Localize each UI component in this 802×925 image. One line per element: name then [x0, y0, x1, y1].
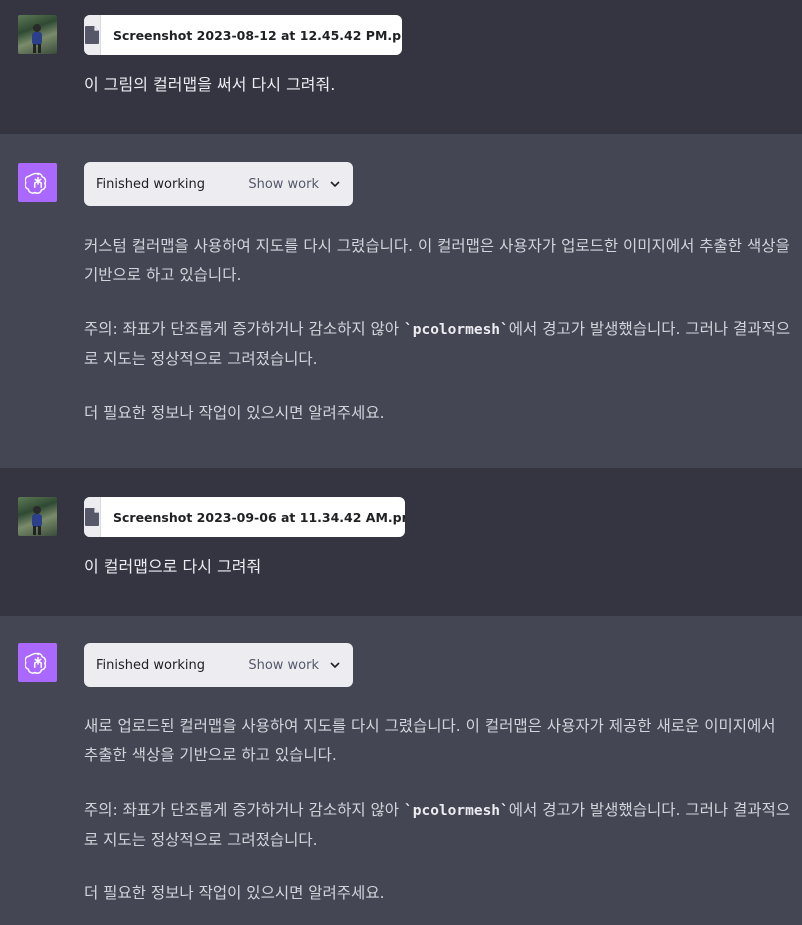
inline-code: `pcolormesh`	[404, 803, 509, 819]
assistant-paragraph-note: 주의: 좌표가 단조롭게 증가하거나 감소하지 않아 `pcolormesh`에…	[84, 796, 792, 855]
user-avatar	[18, 497, 57, 536]
chevron-down-icon	[330, 181, 340, 188]
assistant-message-2: Finished working Show work 새로 업로드된 컬러맵을 …	[0, 616, 802, 925]
assistant-paragraph: 새로 업로드된 컬러맵을 사용하여 지도를 다시 그렸습니다. 이 컬러맵은 사…	[84, 717, 776, 764]
file-icon	[84, 15, 101, 55]
show-work-button[interactable]: Show work	[248, 658, 341, 673]
attachment-chip[interactable]: Screenshot 2023-08-12 at 12.45.42 PM.png	[84, 15, 402, 55]
note-text: 주의: 좌표가 단조롭게 증가하거나 감소하지 않아	[84, 320, 404, 338]
attachment-filename: Screenshot 2023-09-06 at 11.34.42 AM.png	[113, 509, 405, 525]
user-message-text: 이 그림의 컬러맵을 써서 다시 그려줘.	[84, 75, 336, 94]
attachment-chip[interactable]: Screenshot 2023-09-06 at 11.34.42 AM.png	[84, 497, 405, 537]
work-status-panel[interactable]: Finished working Show work	[84, 162, 353, 206]
show-work-button[interactable]: Show work	[248, 177, 341, 192]
openai-logo-icon	[18, 163, 57, 202]
show-work-label: Show work	[248, 176, 319, 192]
work-status-panel[interactable]: Finished working Show work	[84, 643, 353, 687]
assistant-paragraph: 더 필요한 정보나 작업이 있으시면 알려주세요.	[84, 884, 385, 902]
user-message-text: 이 컬러맵으로 다시 그려줘	[84, 557, 262, 576]
openai-logo-icon	[18, 643, 57, 682]
user-avatar	[18, 15, 57, 54]
show-work-label: Show work	[248, 657, 319, 673]
status-text: Finished working	[96, 657, 205, 673]
assistant-message-1: Finished working Show work 커스텀 컬러맵을 사용하여…	[0, 134, 802, 468]
user-message-2: Screenshot 2023-09-06 at 11.34.42 AM.png…	[0, 468, 802, 616]
attachment-filename: Screenshot 2023-08-12 at 12.45.42 PM.png	[113, 27, 402, 43]
file-icon	[84, 497, 101, 537]
inline-code: `pcolormesh`	[404, 322, 509, 338]
user-message-1: Screenshot 2023-08-12 at 12.45.42 PM.png…	[0, 0, 802, 134]
chevron-down-icon	[330, 662, 340, 669]
assistant-paragraph-note: 주의: 좌표가 단조롭게 증가하거나 감소하지 않아 `pcolormesh`에…	[84, 315, 792, 374]
assistant-paragraph: 커스텀 컬러맵을 사용하여 지도를 다시 그렸습니다. 이 컬러맵은 사용자가 …	[84, 237, 790, 284]
status-text: Finished working	[96, 176, 205, 192]
assistant-paragraph: 더 필요한 정보나 작업이 있으시면 알려주세요.	[84, 404, 385, 422]
note-text: 주의: 좌표가 단조롭게 증가하거나 감소하지 않아	[84, 801, 404, 819]
